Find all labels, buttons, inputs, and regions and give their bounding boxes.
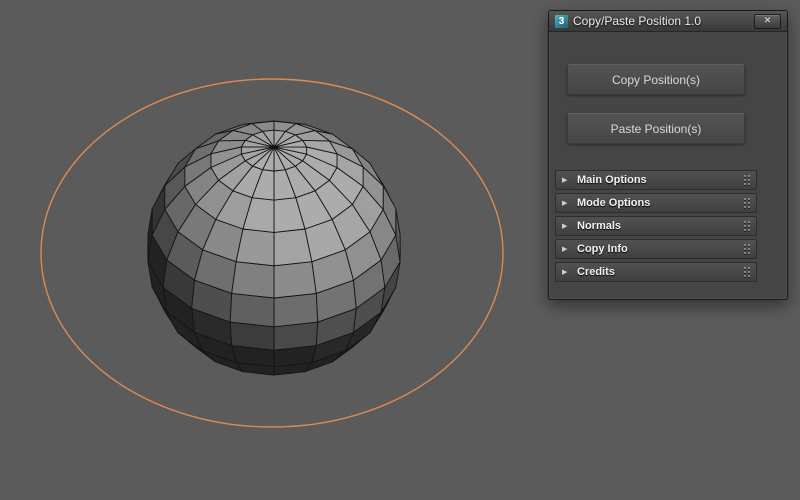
main-actions: Copy Position(s) Paste Position(s) — [555, 38, 757, 170]
chevron-right-icon: ▶ — [562, 245, 568, 253]
chevron-right-icon: ▶ — [562, 268, 568, 276]
chevron-right-icon: ▶ — [562, 222, 568, 230]
dialog-title: Copy/Paste Position 1.0 — [573, 14, 702, 28]
grip-icon[interactable] — [744, 244, 750, 254]
paste-position-button[interactable]: Paste Position(s) — [567, 113, 745, 144]
chevron-right-icon: ▶ — [562, 199, 568, 207]
dialog-titlebar[interactable]: 3 Copy/Paste Position 1.0 ✕ — [549, 11, 787, 32]
dialog-content: Copy Position(s) Paste Position(s) ▶ Mai… — [549, 32, 787, 291]
rollout-label: Mode Options — [577, 197, 651, 209]
rollout-label: Main Options — [577, 174, 647, 186]
rollout-label: Credits — [577, 266, 615, 278]
grip-icon[interactable] — [744, 175, 750, 185]
rollout-main-options[interactable]: ▶ Main Options — [555, 170, 757, 190]
grip-icon[interactable] — [744, 267, 750, 277]
rollout-label: Normals — [577, 220, 622, 232]
copy-paste-position-dialog: 3 Copy/Paste Position 1.0 ✕ Copy Positio… — [548, 10, 788, 300]
rollout-label: Copy Info — [577, 243, 628, 255]
copy-position-button[interactable]: Copy Position(s) — [567, 64, 745, 95]
chevron-right-icon: ▶ — [562, 176, 568, 184]
close-button[interactable]: ✕ — [754, 13, 781, 29]
rollout-copy-info[interactable]: ▶ Copy Info — [555, 239, 757, 259]
grip-icon[interactable] — [744, 221, 750, 231]
rollout-normals[interactable]: ▶ Normals — [555, 216, 757, 236]
wireframe-sphere[interactable] — [147, 120, 401, 376]
rollout-mode-options[interactable]: ▶ Mode Options — [555, 193, 757, 213]
grip-icon[interactable] — [744, 198, 750, 208]
3ds-max-icon: 3 — [555, 14, 568, 28]
rollout-credits[interactable]: ▶ Credits — [555, 262, 757, 282]
